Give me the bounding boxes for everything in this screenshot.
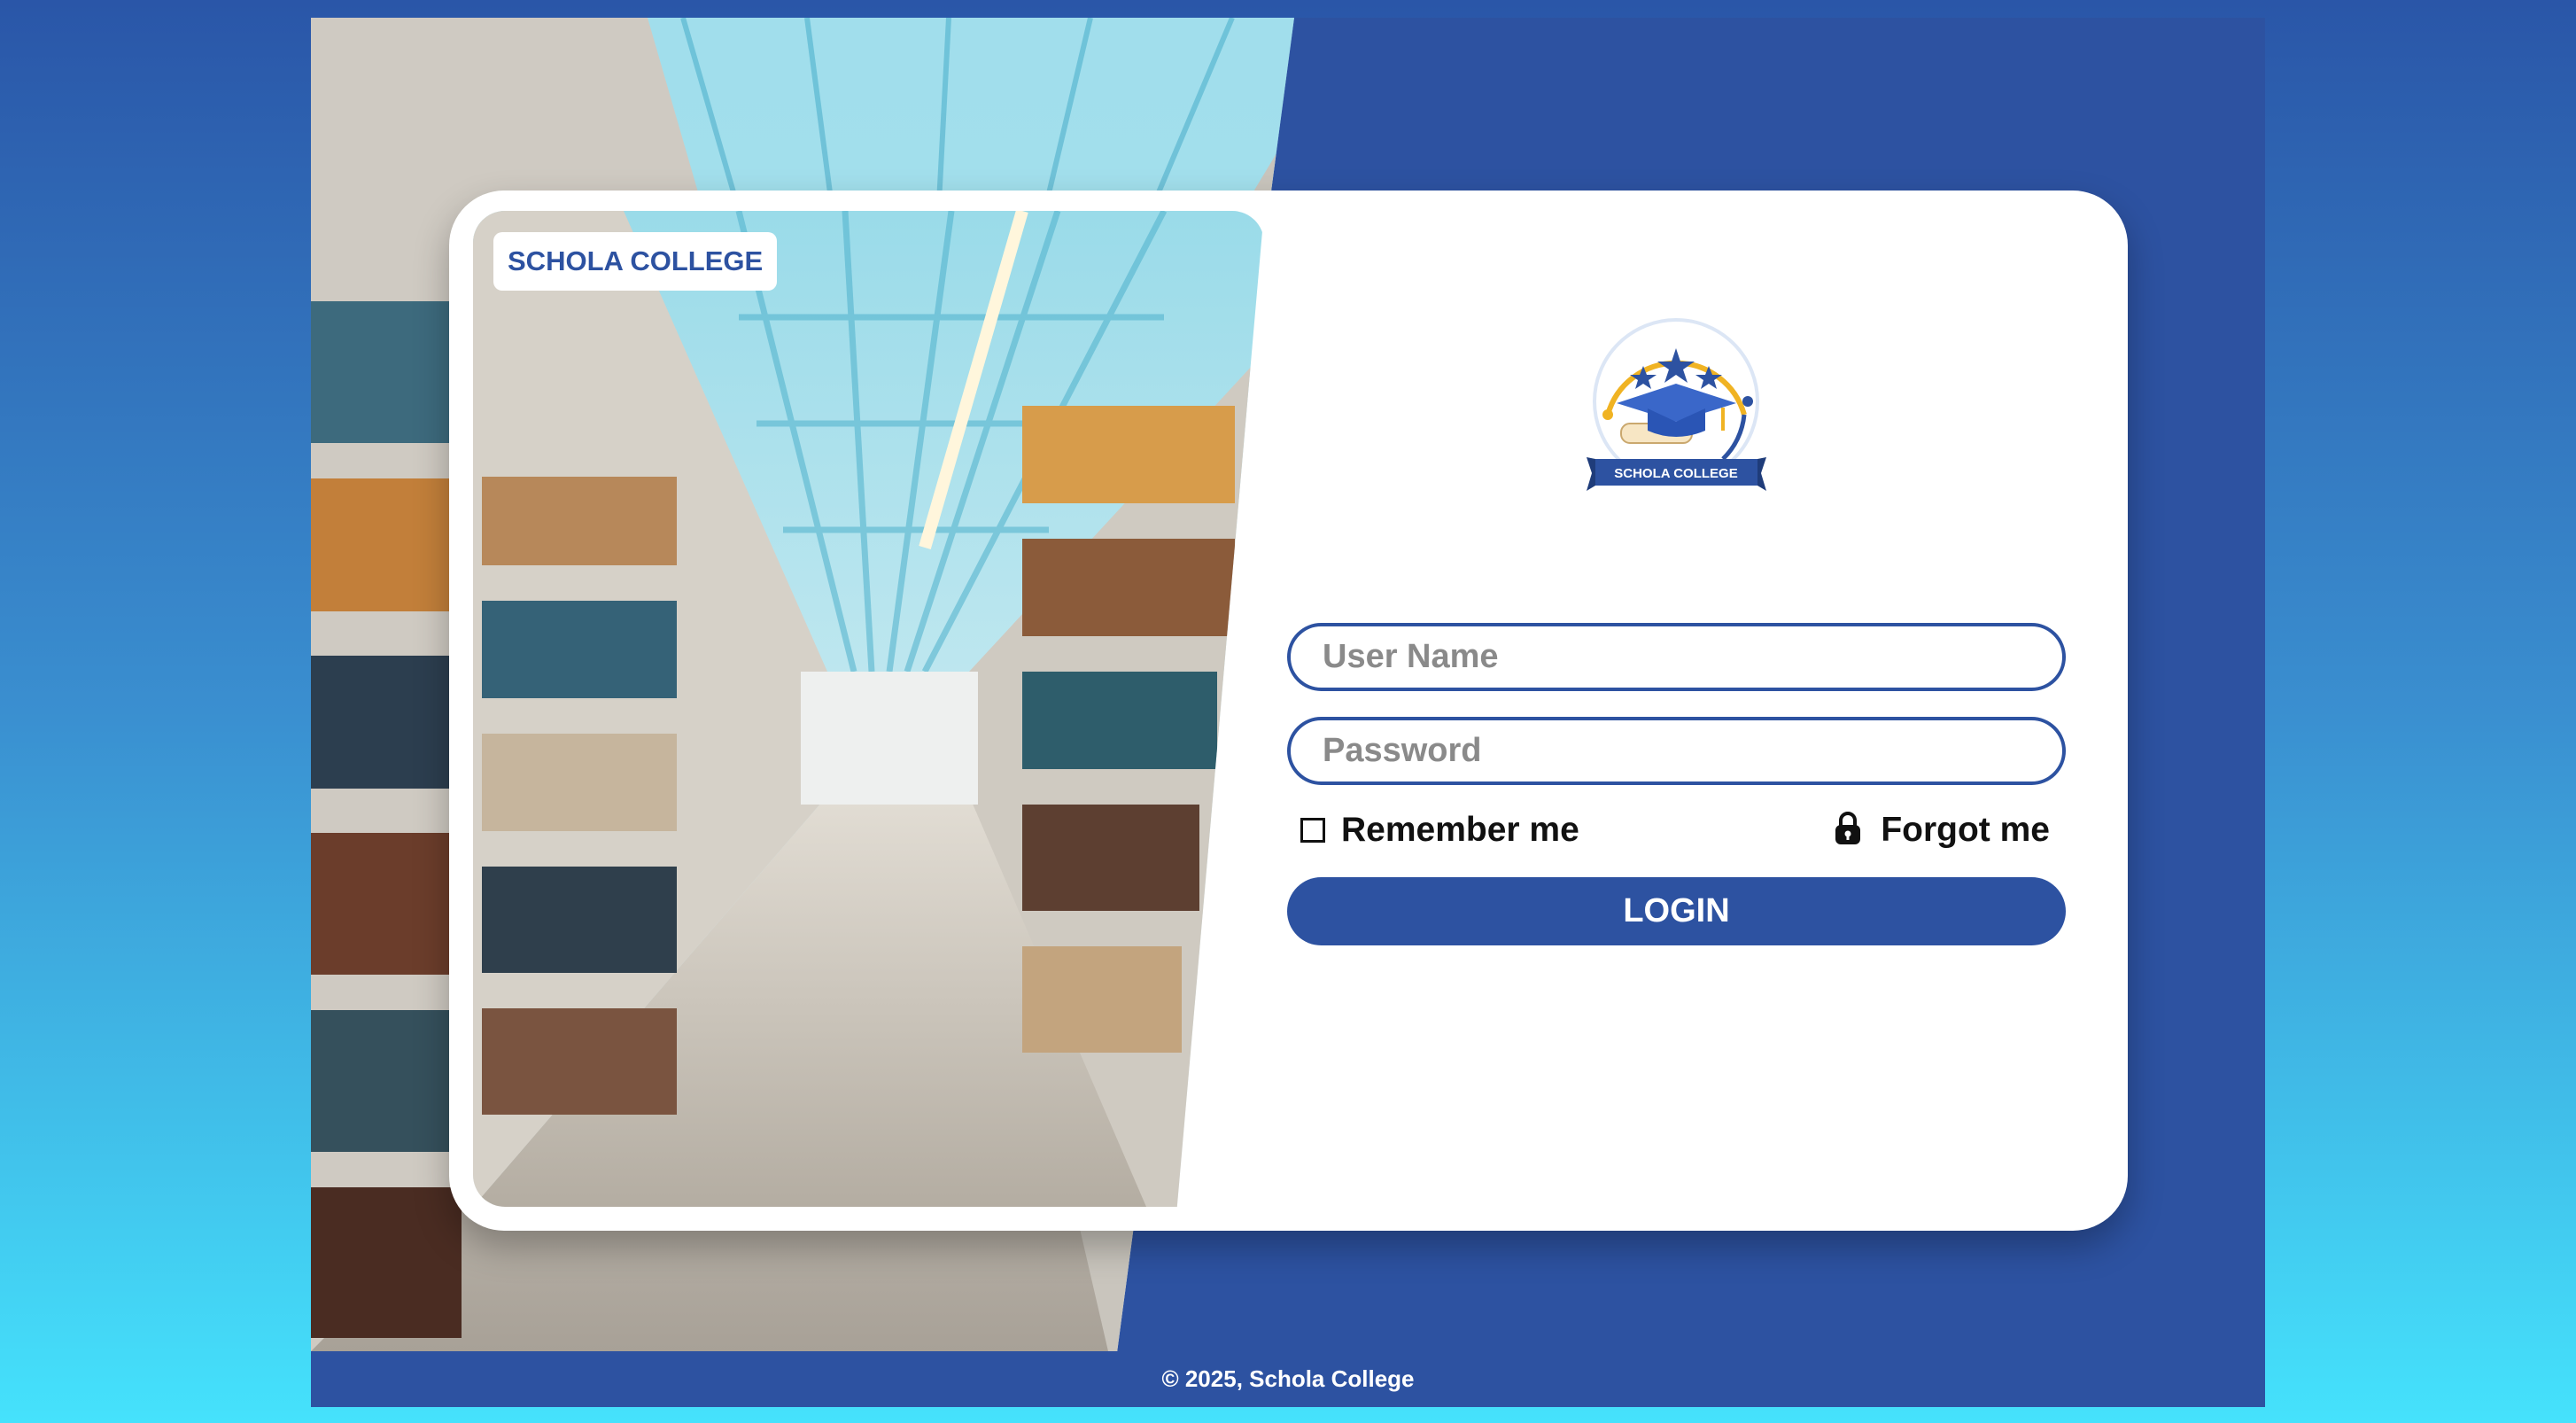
logo-text: SCHOLA COLLEGE	[1614, 466, 1737, 481]
login-button[interactable]: LOGIN	[1287, 877, 2066, 945]
lock-icon	[1835, 811, 1861, 850]
college-logo: SCHOLA COLLEGE	[1581, 317, 1772, 494]
library-inner-image	[473, 211, 1264, 1207]
forgot-me-link[interactable]: Forgot me	[1835, 808, 2050, 852]
footer-copyright: © 2025, Schola College	[1161, 1365, 1415, 1392]
checkbox-icon[interactable]	[1300, 818, 1325, 843]
username-input[interactable]	[1287, 623, 2066, 691]
forgot-me-label: Forgot me	[1881, 811, 2050, 849]
remember-me-toggle[interactable]: Remember me	[1300, 808, 1579, 852]
college-badge: SCHOLA COLLEGE	[493, 232, 778, 291]
remember-me-label: Remember me	[1341, 811, 1579, 849]
password-input[interactable]	[1287, 717, 2066, 785]
